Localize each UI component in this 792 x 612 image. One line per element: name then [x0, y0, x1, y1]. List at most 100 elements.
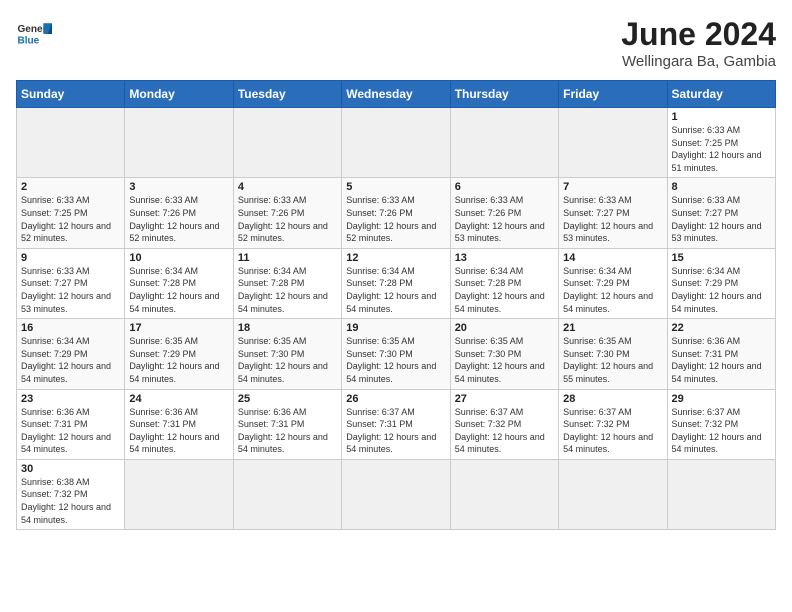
calendar-day-cell — [17, 108, 125, 178]
day-number: 29 — [672, 393, 771, 405]
day-info: Sunrise: 6:33 AM Sunset: 7:27 PM Dayligh… — [672, 194, 771, 244]
logo-icon: General Blue — [16, 16, 52, 52]
svg-text:Blue: Blue — [17, 35, 39, 46]
day-number: 21 — [563, 322, 662, 334]
calendar-day-cell: 3Sunrise: 6:33 AM Sunset: 7:26 PM Daylig… — [125, 178, 233, 248]
calendar-day-cell: 30Sunrise: 6:38 AM Sunset: 7:32 PM Dayli… — [17, 459, 125, 529]
day-number: 18 — [238, 322, 337, 334]
calendar-day-cell — [559, 108, 667, 178]
calendar-week-row: 23Sunrise: 6:36 AM Sunset: 7:31 PM Dayli… — [17, 389, 776, 459]
day-of-week-header: Tuesday — [233, 81, 341, 108]
calendar-week-row: 1Sunrise: 6:33 AM Sunset: 7:25 PM Daylig… — [17, 108, 776, 178]
day-info: Sunrise: 6:36 AM Sunset: 7:31 PM Dayligh… — [672, 335, 771, 385]
day-info: Sunrise: 6:36 AM Sunset: 7:31 PM Dayligh… — [21, 406, 120, 456]
day-info: Sunrise: 6:34 AM Sunset: 7:28 PM Dayligh… — [129, 265, 228, 315]
title-area: June 2024 Wellingara Ba, Gambia — [621, 16, 776, 70]
day-number: 25 — [238, 393, 337, 405]
day-of-week-header: Thursday — [450, 81, 558, 108]
day-number: 1 — [672, 111, 771, 123]
day-of-week-header: Wednesday — [342, 81, 450, 108]
calendar-day-cell: 8Sunrise: 6:33 AM Sunset: 7:27 PM Daylig… — [667, 178, 775, 248]
day-info: Sunrise: 6:33 AM Sunset: 7:26 PM Dayligh… — [129, 194, 228, 244]
day-number: 26 — [346, 393, 445, 405]
calendar-day-cell — [342, 108, 450, 178]
day-number: 22 — [672, 322, 771, 334]
calendar-day-cell — [450, 459, 558, 529]
day-number: 2 — [21, 181, 120, 193]
day-number: 30 — [21, 463, 120, 475]
day-info: Sunrise: 6:35 AM Sunset: 7:29 PM Dayligh… — [129, 335, 228, 385]
calendar-day-cell: 20Sunrise: 6:35 AM Sunset: 7:30 PM Dayli… — [450, 319, 558, 389]
calendar-day-cell: 4Sunrise: 6:33 AM Sunset: 7:26 PM Daylig… — [233, 178, 341, 248]
day-info: Sunrise: 6:37 AM Sunset: 7:31 PM Dayligh… — [346, 406, 445, 456]
calendar-day-cell: 6Sunrise: 6:33 AM Sunset: 7:26 PM Daylig… — [450, 178, 558, 248]
calendar-day-cell: 13Sunrise: 6:34 AM Sunset: 7:28 PM Dayli… — [450, 248, 558, 318]
day-number: 15 — [672, 252, 771, 264]
calendar-day-cell: 25Sunrise: 6:36 AM Sunset: 7:31 PM Dayli… — [233, 389, 341, 459]
day-info: Sunrise: 6:34 AM Sunset: 7:28 PM Dayligh… — [346, 265, 445, 315]
day-info: Sunrise: 6:34 AM Sunset: 7:29 PM Dayligh… — [563, 265, 662, 315]
calendar-day-cell: 12Sunrise: 6:34 AM Sunset: 7:28 PM Dayli… — [342, 248, 450, 318]
day-number: 7 — [563, 181, 662, 193]
calendar-day-cell: 29Sunrise: 6:37 AM Sunset: 7:32 PM Dayli… — [667, 389, 775, 459]
day-number: 27 — [455, 393, 554, 405]
calendar-day-cell: 10Sunrise: 6:34 AM Sunset: 7:28 PM Dayli… — [125, 248, 233, 318]
calendar-day-cell: 21Sunrise: 6:35 AM Sunset: 7:30 PM Dayli… — [559, 319, 667, 389]
day-number: 12 — [346, 252, 445, 264]
day-number: 5 — [346, 181, 445, 193]
calendar-day-cell: 28Sunrise: 6:37 AM Sunset: 7:32 PM Dayli… — [559, 389, 667, 459]
day-number: 8 — [672, 181, 771, 193]
calendar-table: SundayMondayTuesdayWednesdayThursdayFrid… — [16, 80, 776, 530]
day-number: 9 — [21, 252, 120, 264]
day-info: Sunrise: 6:36 AM Sunset: 7:31 PM Dayligh… — [129, 406, 228, 456]
calendar-day-cell: 11Sunrise: 6:34 AM Sunset: 7:28 PM Dayli… — [233, 248, 341, 318]
day-number: 23 — [21, 393, 120, 405]
day-number: 10 — [129, 252, 228, 264]
calendar-day-cell: 24Sunrise: 6:36 AM Sunset: 7:31 PM Dayli… — [125, 389, 233, 459]
day-number: 16 — [21, 322, 120, 334]
day-of-week-header: Sunday — [17, 81, 125, 108]
calendar-day-cell: 27Sunrise: 6:37 AM Sunset: 7:32 PM Dayli… — [450, 389, 558, 459]
calendar-day-cell: 5Sunrise: 6:33 AM Sunset: 7:26 PM Daylig… — [342, 178, 450, 248]
day-number: 24 — [129, 393, 228, 405]
header: General Blue June 2024 Wellingara Ba, Ga… — [16, 16, 776, 70]
day-number: 6 — [455, 181, 554, 193]
day-info: Sunrise: 6:33 AM Sunset: 7:26 PM Dayligh… — [346, 194, 445, 244]
day-info: Sunrise: 6:37 AM Sunset: 7:32 PM Dayligh… — [672, 406, 771, 456]
calendar-day-cell: 16Sunrise: 6:34 AM Sunset: 7:29 PM Dayli… — [17, 319, 125, 389]
calendar-day-cell — [125, 459, 233, 529]
calendar-day-cell: 18Sunrise: 6:35 AM Sunset: 7:30 PM Dayli… — [233, 319, 341, 389]
day-number: 20 — [455, 322, 554, 334]
calendar-day-cell — [667, 459, 775, 529]
day-number: 14 — [563, 252, 662, 264]
day-number: 13 — [455, 252, 554, 264]
calendar-header-row: SundayMondayTuesdayWednesdayThursdayFrid… — [17, 81, 776, 108]
day-number: 4 — [238, 181, 337, 193]
day-info: Sunrise: 6:35 AM Sunset: 7:30 PM Dayligh… — [346, 335, 445, 385]
calendar-day-cell: 2Sunrise: 6:33 AM Sunset: 7:25 PM Daylig… — [17, 178, 125, 248]
calendar-day-cell: 15Sunrise: 6:34 AM Sunset: 7:29 PM Dayli… — [667, 248, 775, 318]
calendar-week-row: 30Sunrise: 6:38 AM Sunset: 7:32 PM Dayli… — [17, 459, 776, 529]
day-info: Sunrise: 6:37 AM Sunset: 7:32 PM Dayligh… — [563, 406, 662, 456]
calendar-day-cell — [233, 459, 341, 529]
day-info: Sunrise: 6:33 AM Sunset: 7:26 PM Dayligh… — [455, 194, 554, 244]
day-info: Sunrise: 6:34 AM Sunset: 7:29 PM Dayligh… — [21, 335, 120, 385]
day-info: Sunrise: 6:33 AM Sunset: 7:25 PM Dayligh… — [21, 194, 120, 244]
logo: General Blue — [16, 16, 52, 52]
day-info: Sunrise: 6:38 AM Sunset: 7:32 PM Dayligh… — [21, 476, 120, 526]
day-number: 3 — [129, 181, 228, 193]
day-of-week-header: Monday — [125, 81, 233, 108]
day-number: 19 — [346, 322, 445, 334]
day-info: Sunrise: 6:34 AM Sunset: 7:29 PM Dayligh… — [672, 265, 771, 315]
day-number: 17 — [129, 322, 228, 334]
day-of-week-header: Saturday — [667, 81, 775, 108]
calendar-day-cell: 9Sunrise: 6:33 AM Sunset: 7:27 PM Daylig… — [17, 248, 125, 318]
day-info: Sunrise: 6:34 AM Sunset: 7:28 PM Dayligh… — [455, 265, 554, 315]
calendar-day-cell — [125, 108, 233, 178]
day-info: Sunrise: 6:34 AM Sunset: 7:28 PM Dayligh… — [238, 265, 337, 315]
day-info: Sunrise: 6:35 AM Sunset: 7:30 PM Dayligh… — [238, 335, 337, 385]
day-number: 11 — [238, 252, 337, 264]
calendar-day-cell — [233, 108, 341, 178]
calendar-title: June 2024 — [621, 16, 776, 53]
calendar-week-row: 2Sunrise: 6:33 AM Sunset: 7:25 PM Daylig… — [17, 178, 776, 248]
